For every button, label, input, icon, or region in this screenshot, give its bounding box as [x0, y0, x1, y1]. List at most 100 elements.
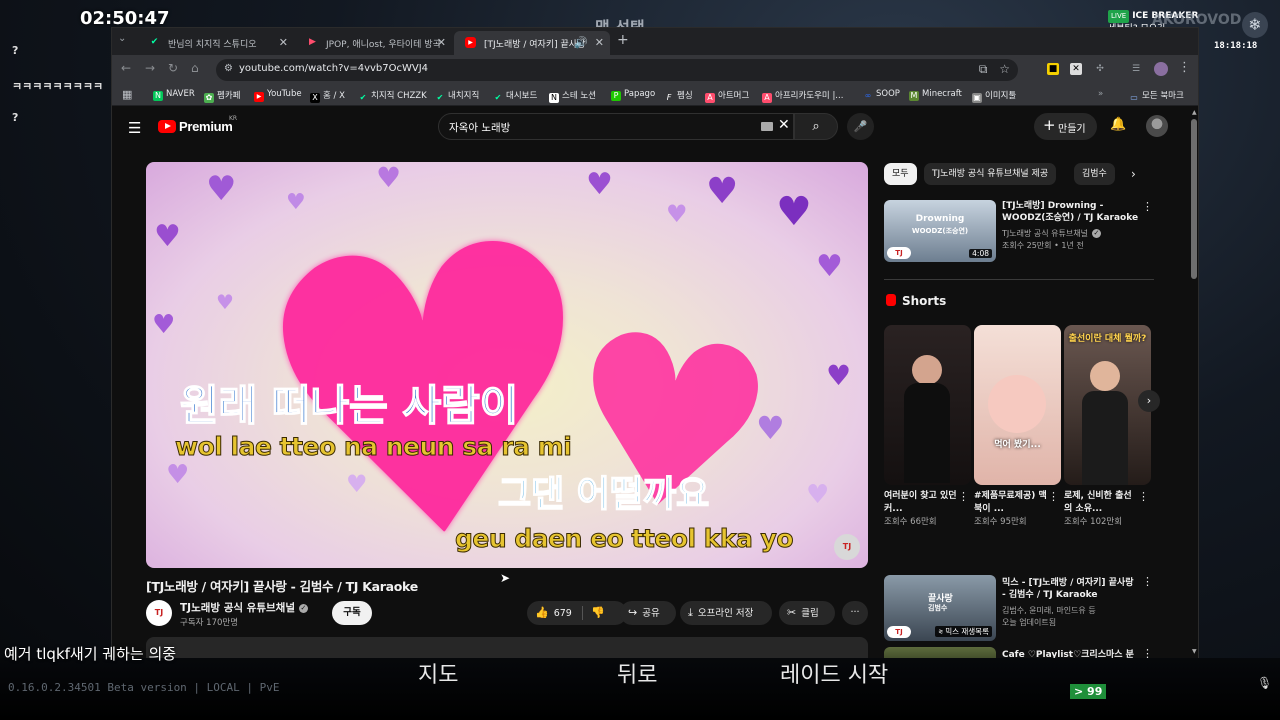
extension-1-icon[interactable]: ■ [1047, 63, 1059, 75]
reload-icon[interactable]: ↻ [168, 61, 178, 75]
forward-icon[interactable]: → [145, 61, 155, 75]
bookmarks-overflow-icon[interactable]: » [1098, 89, 1103, 99]
bookmark-imagetool[interactable]: ▣ 이미지툴 [972, 89, 1016, 103]
scroll-up-icon[interactable]: ▲ [1192, 109, 1197, 116]
chzzk-icon: ✔ [436, 93, 444, 102]
extensions-icon[interactable]: ✣ [1094, 63, 1106, 75]
reading-list-icon[interactable]: ☰ [1130, 63, 1142, 75]
share-button[interactable]: ↪ 공유 [620, 601, 676, 625]
bookmark-notion[interactable]: N 스테 노션 [549, 89, 596, 103]
minecraft-icon: M [909, 91, 919, 101]
more-actions-button[interactable]: ··· [842, 601, 868, 625]
tab-search-icon[interactable]: ⌄ [118, 33, 126, 44]
map-button[interactable]: 지도 [418, 657, 458, 689]
bookmark-minecraft[interactable]: M Minecraft [909, 89, 962, 101]
more-vert-icon[interactable]: ⋮ [1138, 490, 1149, 503]
plus-icon: + [1043, 116, 1056, 134]
download-button[interactable]: ⤓ 오프라인 저장 [680, 601, 772, 625]
scroll-down-icon[interactable]: ▼ [1192, 648, 1197, 655]
more-vert-icon[interactable]: ⋮ [958, 490, 969, 503]
speaker-icon[interactable]: 🔊 [574, 36, 588, 49]
tab-jpop[interactable]: ▶ JPOP, 애니ost, 우타이테 방곡 ✕ [296, 31, 452, 55]
description-box[interactable] [146, 637, 868, 658]
artmug-icon: A [705, 93, 715, 103]
bookmark-femsing[interactable]: F 펨싱 [664, 89, 693, 103]
like-button[interactable]: 👍 679 [535, 606, 572, 619]
chevron-right-icon[interactable]: › [1131, 167, 1136, 181]
omnibox-actions: ⧉ ☆ [979, 62, 1010, 77]
clear-search-icon[interactable]: ✕ [778, 117, 790, 133]
tab-youtube-active[interactable]: ▶ [TJ노래방 / 여자키] 끝사랑 🔊 ✕ [454, 31, 610, 55]
browser-menu-icon[interactable]: ⋮ [1178, 60, 1191, 75]
bookmark-x[interactable]: X홈 / X [310, 89, 345, 103]
more-vert-icon[interactable]: ⋮ [1048, 490, 1059, 503]
more-vert-icon[interactable]: ⋮ [1142, 200, 1153, 213]
search-input[interactable]: 자옥아 노래방 ✕ [438, 113, 794, 140]
keyboard-icon[interactable] [761, 122, 773, 131]
site-info-icon[interactable]: ⚙ [224, 63, 233, 74]
recommended-mix[interactable]: 끝사랑 김범수 TJ ⩬ 믹스 재생목록 믹스 - [TJ노래방 / 여자키] … [884, 575, 1154, 641]
chip-channel[interactable]: TJ노래방 공식 유튜브채널 제공 [924, 163, 1057, 185]
chip-artist[interactable]: 김범수 [1074, 163, 1115, 185]
bookmark-naver[interactable]: N NAVER [153, 89, 195, 101]
clip-button[interactable]: ✂ 클립 [779, 601, 835, 625]
stream-clock: 02:50:47 [80, 8, 170, 29]
apps-icon[interactable]: ▦ [122, 88, 132, 101]
menu-icon[interactable]: ☰ [128, 119, 141, 137]
bookmark-artmug[interactable]: A 아트머그 [705, 89, 749, 103]
short-card[interactable]: 먹어 봤기... [974, 325, 1061, 485]
search-button[interactable]: ⌕ [794, 113, 838, 140]
url-field[interactable]: ⚙ youtube.com/watch?v=4vvb7OcWVJ4 ⧉ ☆ [216, 59, 1018, 81]
new-tab-button[interactable]: + [617, 32, 629, 48]
recommended-title[interactable]: [TJ노래방] Drowning - WOODZ(조승연) / TJ Karao… [1002, 200, 1140, 224]
thumbnail-subtitle: 김범수 [928, 604, 948, 612]
chevron-right-icon[interactable]: › [1138, 390, 1160, 412]
x-icon: X [310, 93, 320, 103]
short-title[interactable]: 로제, 신비한 출선의 소유... [1064, 490, 1139, 516]
install-icon[interactable]: ⧉ [979, 62, 988, 76]
bookmark-youtube[interactable]: ▶ YouTube [254, 89, 302, 102]
bookmark-afreeca-helper[interactable]: A 아프리카도우미 |... [762, 89, 843, 103]
video-thumbnail[interactable]: Drowning WOODZ(조승연) TJ 4:08 [884, 200, 996, 262]
bookmark-dashboard[interactable]: ✔ 대시보드 [493, 89, 538, 103]
search-icon: ⌕ [812, 119, 820, 134]
notifications-icon[interactable]: 🔔 [1110, 117, 1126, 132]
bookmark-soop[interactable]: ∞ SOOP [863, 89, 900, 101]
page-scrollbar[interactable] [1188, 107, 1198, 658]
dislike-button[interactable]: 👎 [591, 601, 610, 626]
extension-2-icon[interactable]: ✕ [1070, 63, 1082, 75]
youtube-icon: ▶ [465, 37, 476, 48]
video-player[interactable]: ♥ ♥ ♥ ♥ ♥ ♥ ♥ ♥ ♥ ♥ ♥ ♥ ♥ ♥ ♥ ♥ ♥ ♥ 원래 떠… [146, 162, 868, 568]
profile-icon[interactable] [1154, 62, 1168, 76]
close-icon[interactable]: ✕ [437, 36, 446, 49]
channel-name[interactable]: TJ노래방 공식 유튜브채널 ✓ [180, 600, 308, 615]
all-bookmarks[interactable]: ▭ 모든 북마크 [1129, 89, 1184, 103]
back-button[interactable]: 뒤로 [617, 657, 657, 689]
subscribe-button[interactable]: 구독 [332, 601, 372, 625]
scrollbar-thumb[interactable] [1191, 119, 1197, 279]
close-icon[interactable]: ✕ [279, 36, 288, 49]
bookmark-papago[interactable]: P Papago [611, 89, 655, 101]
star-icon[interactable]: ☆ [999, 62, 1010, 76]
more-vert-icon[interactable]: ⋮ [1142, 575, 1153, 588]
voice-search-button[interactable]: 🎤 [847, 113, 874, 140]
tab-chzzk-studio[interactable]: ✔ 반님의 치지직 스튜디오 ✕ [138, 31, 294, 55]
short-title[interactable]: #제품무료제공) 맥북이 ... [974, 490, 1049, 516]
recommended-video[interactable]: Drowning WOODZ(조승연) TJ 4:08 [TJ노래방] Drow… [884, 200, 1154, 262]
recommended-title[interactable]: 믹스 - [TJ노래방 / 여자키] 끝사랑 - 김범수 / TJ Karaok… [1002, 577, 1140, 601]
mix-thumbnail[interactable]: 끝사랑 김범수 TJ ⩬ 믹스 재생목록 [884, 575, 996, 641]
recommended-channel[interactable]: TJ노래방 공식 유튜브채널 ✓ [1002, 228, 1101, 239]
bookmark-chzzk[interactable]: ✔ 치지직 CHZZK [358, 89, 427, 103]
bookmark-my-chzzk[interactable]: ✔ 내치지직 [435, 89, 480, 103]
bookmark-femcafe[interactable]: ✿ 펨카페 [204, 89, 240, 103]
back-icon[interactable]: ← [121, 61, 131, 75]
short-title[interactable]: 여러분이 찾고 있던 커... [884, 490, 959, 516]
chip-all[interactable]: 모두 [884, 163, 917, 185]
avatar[interactable] [1146, 115, 1168, 137]
start-raid-button[interactable]: 레이드 시작 [780, 657, 888, 689]
create-button[interactable]: + 만들기 [1034, 113, 1097, 140]
home-icon[interactable]: ⌂ [191, 61, 199, 75]
channel-avatar[interactable]: TJ [146, 600, 172, 626]
close-icon[interactable]: ✕ [595, 36, 604, 49]
short-card[interactable] [884, 325, 971, 485]
